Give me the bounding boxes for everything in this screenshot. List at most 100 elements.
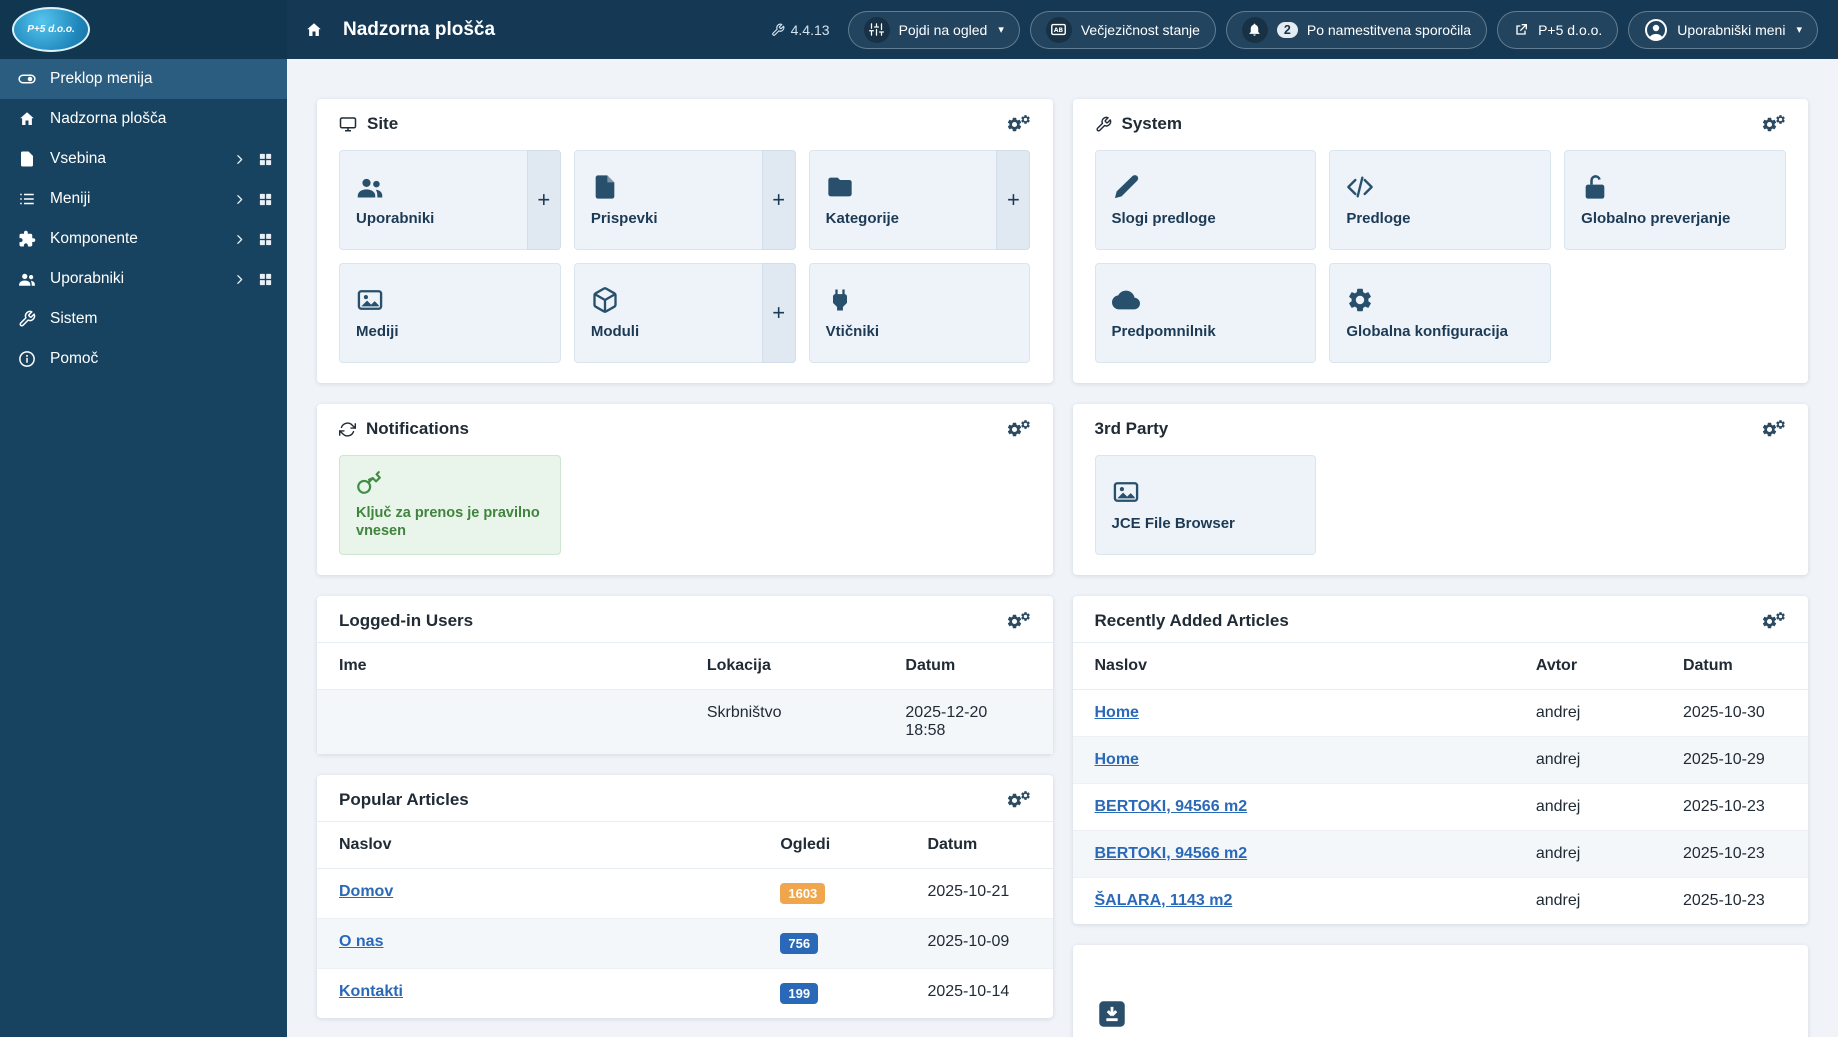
sidebar-item-label: Uporabniki [50,270,125,287]
tile-prispevki[interactable]: Prispevki + [573,150,796,250]
tile-label: JCE File Browser [1111,514,1235,532]
tile-uporabniki[interactable]: Uporabniki + [339,150,561,250]
translate-icon [1045,16,1072,43]
tile-globalna-konfiguracija[interactable]: Globalna konfiguracija [1329,263,1552,363]
table-row: O nas 756 2025-10-09 [317,918,1053,969]
logged-in-users-table: Ime Lokacija Datum Skrbništvo 2025-12-20… [317,642,1053,754]
tile-kategorije[interactable]: Kategorije + [808,150,1031,250]
puzzle-icon [18,230,36,248]
home-icon [305,21,323,39]
card-options-button[interactable] [1761,116,1786,133]
tile-label: Globalno preverjanje [1581,209,1731,227]
site-name-label: P+5 d.o.o. [1538,21,1603,38]
multilingual-label: Večjezičnost stanje [1080,21,1200,38]
sidebar-item-meniji[interactable]: Meniji [0,179,287,219]
logged-in-users-card: Logged-in Users Ime Lokacija Datum Skrbn… [317,596,1053,754]
tile-vticniki[interactable]: Vtičniki [808,263,1031,363]
add-module-button[interactable]: + [761,263,796,363]
article-link[interactable]: O nas [339,933,383,950]
table-row: Home andrej 2025-10-29 [1072,736,1808,784]
article-link[interactable]: BERTOKI, 94566 m2 [1095,845,1248,862]
tile-mediji[interactable]: Mediji [339,263,561,363]
system-card: System Slogi predloge Predloge Globalno … [1072,99,1808,383]
add-user-button[interactable]: + [526,150,561,250]
add-article-button[interactable]: + [761,150,796,250]
left-column: Site Uporabniki + Prispevki + Kategorije… [317,99,1053,1037]
chevron-down-icon: ▾ [998,24,1004,36]
sidebar-item-vsebina[interactable]: Vsebina [0,139,287,179]
multilingual-status-button[interactable]: Večjezičnost stanje [1029,10,1216,49]
sidebar: P+5 d.o.o. Preklop menija Nadzorna plošč… [0,0,287,1037]
tile-label: Slogi predloge [1111,209,1216,227]
card-options-button[interactable] [1006,792,1031,809]
gear-icon [1346,286,1374,314]
cell-avtor: andrej [1535,830,1683,878]
cell-avtor: andrej [1535,704,1581,721]
dashboard-content: Site Uporabniki + Prispevki + Kategorije… [287,59,1838,1037]
cell-lokacija: Skrbništvo [706,704,782,721]
tile-predpomnilnik[interactable]: Predpomnilnik [1094,263,1317,363]
sidebar-item-uporabniki[interactable]: Uporabniki [0,259,287,299]
cell-datum: 2025-10-21 [927,883,1010,900]
tile-label: Globalna konfiguracija [1346,322,1509,340]
key-icon [356,470,382,496]
third-party-card: 3rd Party JCE File Browser [1072,404,1809,575]
sidebar-item-sistem[interactable]: Sistem [0,299,287,339]
wrench-icon [1095,116,1112,133]
cell-datum: 2025-12-20 18:58 [905,690,1052,755]
column-header: Lokacija [706,642,906,690]
card-header: Logged-in Users [317,596,1053,642]
recently-added-articles-card: Recently Added Articles Naslov Avtor Dat… [1072,596,1809,924]
sidebar-item-nadzorna-plosca[interactable]: Nadzorna plošča [0,99,287,139]
messages-label: Po namestitvena sporočila [1306,21,1472,38]
view-site-button[interactable]: P+5 d.o.o. [1497,10,1619,49]
user-circle-icon [1644,18,1668,42]
image-icon [356,286,384,314]
article-link[interactable]: ŠALARA, 1143 m2 [1095,892,1233,909]
dashboard-grid-icon[interactable] [258,272,273,287]
tile-grid: JCE File Browser [1073,450,1809,575]
dashboard-grid-icon[interactable] [258,192,273,207]
tile-slogi-predloge[interactable]: Slogi predloge [1094,150,1317,250]
main-area: Nadzorna plošča 4.4.13 Pojdi na ogled ▾ … [287,0,1838,1037]
card-options-button[interactable] [1761,421,1786,438]
sidebar-item-komponente[interactable]: Komponente [0,219,287,259]
user-menu-button[interactable]: Uporabniški meni ▾ [1628,10,1818,49]
tile-label: Predpomnilnik [1111,322,1216,340]
download-key-status-tile[interactable]: Ključ za prenos je pravilno vnesen [339,455,561,555]
tile-predloge[interactable]: Predloge [1329,150,1552,250]
add-category-button[interactable]: + [996,150,1031,250]
article-link[interactable]: Home [1095,704,1139,721]
dashboard-grid-icon[interactable] [258,152,273,167]
card-options-button[interactable] [1761,613,1786,630]
article-link[interactable]: BERTOKI, 94566 m2 [1095,798,1248,815]
article-link[interactable]: Kontakti [339,983,403,1000]
chevron-right-icon[interactable] [233,193,246,206]
table-row: Home andrej 2025-10-30 [1073,690,1809,737]
card-header: Notifications [317,404,1053,450]
sidebar-item-label: Komponente [50,230,138,247]
cell-avtor: andrej [1535,736,1683,784]
site-logo[interactable]: P+5 d.o.o. [12,7,90,52]
logo-text: P+5 d.o.o. [27,23,75,35]
chevron-right-icon[interactable] [233,273,246,286]
article-link[interactable]: Domov [339,883,393,900]
sidebar-item-preklop-menija[interactable]: Preklop menija [0,59,287,99]
article-link[interactable]: Home [1095,751,1139,768]
sidebar-item-label: Meniji [50,190,91,207]
card-title: Recently Added Articles [1094,611,1289,630]
sidebar-item-pomoc[interactable]: Pomoč [0,339,287,379]
chevron-right-icon[interactable] [233,153,246,166]
tile-globalno-preverjanje[interactable]: Globalno preverjanje [1564,150,1786,250]
chevron-right-icon[interactable] [233,233,246,246]
preview-button[interactable]: Pojdi na ogled ▾ [847,10,1020,49]
dashboard-grid-icon[interactable] [258,232,273,247]
tile-moduli[interactable]: Moduli + [573,263,796,363]
recent-articles-table: Naslov Avtor Datum Home andrej 2025-10-3… [1072,642,1809,924]
gear-icon [1775,419,1786,430]
tile-jce-file-browser[interactable]: JCE File Browser [1094,455,1317,555]
card-options-button[interactable] [1006,421,1031,438]
card-options-button[interactable] [1006,613,1031,630]
card-options-button[interactable] [1006,116,1031,133]
post-installation-messages-button[interactable]: 2 Po namestitvena sporočila [1225,10,1488,49]
